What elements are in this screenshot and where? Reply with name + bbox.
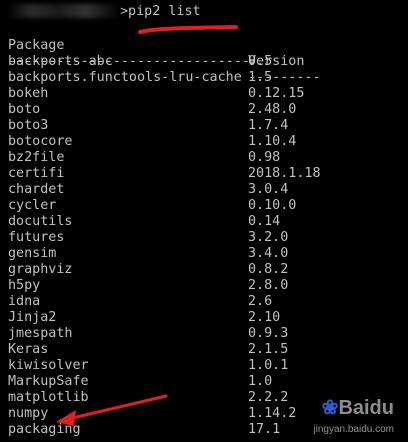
package-version: 2018.1.18 [248,166,321,181]
red-underline-annotation [138,25,238,34]
baidu-logo: ❀Baidu [321,397,394,419]
package-name: gensim [8,246,57,261]
package-version: 2.10 [248,310,281,325]
package-name: boto3 [8,118,49,133]
package-version: 3.4.0 [248,246,289,261]
terminal-window[interactable]: >pip2 list Package Version -------------… [0,0,408,442]
prompt-command: >pip2 list [120,4,201,19]
header-separator: ------------------------------ --------- [8,38,321,85]
package-version: 2.8.0 [248,278,289,293]
watermark-url: jingyan.baidu.com [313,424,394,435]
package-version: 2.6 [248,294,273,309]
package-version: 0.98 [248,150,281,165]
package-name: docutils [8,214,73,229]
package-version: 0.5 [248,54,273,69]
package-version: 0.10.0 [248,198,297,213]
package-name: h5py [8,278,41,293]
package-version: 0.12.15 [248,86,305,101]
package-version: 2.1.5 [248,342,289,357]
package-name: chardet [8,182,65,197]
package-name: cycler [8,198,57,213]
red-arrow-annotation [56,394,168,426]
package-name: certifi [8,166,65,181]
package-version: 0.9.3 [248,326,289,341]
package-version: 3.2.0 [248,230,289,245]
paw-icon: ❀ [321,397,339,419]
package-version: 3.0.4 [248,182,289,197]
package-name: Jinja2 [8,310,57,325]
package-name: botocore [8,134,73,149]
package-version: 1.0 [248,374,273,389]
package-version: 0.14 [248,214,281,229]
package-name: kiwisolver [8,358,89,373]
package-name: graphviz [8,262,73,277]
package-name: bokeh [8,86,49,101]
package-version: 1.7.4 [248,118,289,133]
package-name: boto [8,102,41,117]
package-version: 0.8.2 [248,262,289,277]
package-name: jmespath [8,326,73,341]
table-header: Package Version [8,22,304,69]
package-name: Keras [8,342,49,357]
package-version: 1.0.1 [248,358,289,373]
package-version: 2.2.2 [248,390,289,405]
package-name: bz2file [8,150,65,165]
command-prompt: >pip2 list [8,4,201,20]
package-version: 1.10.4 [248,134,297,149]
package-name: futures [8,230,65,245]
package-version: 1.5 [248,70,273,85]
package-version: 17.1 [248,422,281,437]
package-name: MarkupSafe [8,374,89,389]
package-name: backports.functools-lru-cache [8,70,242,85]
package-name: numpy [8,406,49,421]
baidu-watermark: ❀Baidu jingyan.baidu.com [284,397,402,438]
package-version: 2.48.0 [248,102,297,117]
redacted-path [8,4,120,18]
package-name: idna [8,294,41,309]
package-name: backports-abc [8,54,113,69]
